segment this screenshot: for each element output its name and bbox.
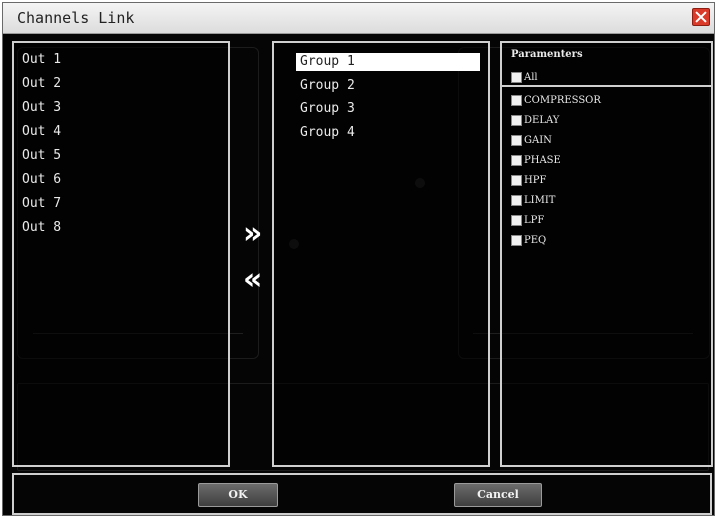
list-item-out-6[interactable]: Out 6 (22, 172, 61, 187)
limit-checkbox[interactable] (511, 194, 522, 206)
phase-checkbox[interactable] (511, 154, 522, 166)
group-item-2[interactable]: Group 2 (296, 77, 355, 95)
hpf-checkbox[interactable] (511, 174, 522, 186)
delay-label: DELAY (524, 114, 560, 126)
list-item-out-8[interactable]: Out 8 (22, 220, 61, 235)
param-row-gain[interactable]: GAIN (511, 133, 552, 147)
parameters-panel: Paramenters All COMPRESSOR DELAY GAIN PH… (500, 41, 713, 467)
groups-list[interactable]: Group 1 Group 2 Group 3 Group 4 (272, 41, 490, 467)
delay-checkbox[interactable] (511, 114, 522, 126)
param-row-limit[interactable]: LIMIT (511, 193, 555, 207)
lpf-label: LPF (524, 214, 545, 226)
all-checkbox[interactable] (511, 71, 522, 83)
phase-label: PHASE (524, 154, 561, 166)
param-row-lpf[interactable]: LPF (511, 213, 544, 227)
remove-from-group-button[interactable]: « (243, 265, 262, 295)
list-item-out-4[interactable]: Out 4 (22, 124, 61, 139)
param-row-phase[interactable]: PHASE (511, 153, 561, 167)
button-bar: OK Cancel (12, 473, 712, 515)
channels-link-dialog: Channels Link Out 1 Out 2 Out 3 Out 4 Ou… (2, 2, 715, 516)
window-title: Channels Link (17, 9, 135, 27)
divider (502, 85, 711, 87)
group-item-1[interactable]: Group 1 (296, 53, 480, 71)
list-item-out-2[interactable]: Out 2 (22, 76, 61, 91)
all-checkbox-row[interactable]: All (511, 70, 538, 84)
group-item-3[interactable]: Group 3 (296, 100, 355, 118)
param-row-compressor[interactable]: COMPRESSOR (511, 93, 601, 107)
list-item-out-7[interactable]: Out 7 (22, 196, 61, 211)
title-bar[interactable]: Channels Link (3, 3, 714, 34)
all-label: All (524, 71, 538, 83)
peq-label: PEQ (524, 234, 547, 246)
close-button[interactable] (692, 8, 710, 26)
param-row-delay[interactable]: DELAY (511, 113, 559, 127)
peq-checkbox[interactable] (511, 234, 522, 246)
lpf-checkbox[interactable] (511, 214, 522, 226)
list-item-out-1[interactable]: Out 1 (22, 52, 61, 67)
gain-label: GAIN (524, 134, 552, 146)
hpf-label: HPF (524, 174, 547, 186)
cancel-button[interactable]: Cancel (454, 483, 542, 507)
param-row-hpf[interactable]: HPF (511, 173, 546, 187)
add-to-group-button[interactable]: » (243, 219, 262, 249)
compressor-checkbox[interactable] (511, 94, 522, 106)
list-item-out-5[interactable]: Out 5 (22, 148, 61, 163)
group-item-4[interactable]: Group 4 (296, 124, 355, 142)
outputs-list[interactable]: Out 1 Out 2 Out 3 Out 4 Out 5 Out 6 Out … (12, 41, 230, 467)
limit-label: LIMIT (524, 194, 556, 206)
compressor-label: COMPRESSOR (524, 94, 601, 106)
param-row-peq[interactable]: PEQ (511, 233, 546, 247)
ok-button[interactable]: OK (198, 483, 278, 507)
gain-checkbox[interactable] (511, 134, 522, 146)
parameters-heading: Paramenters (511, 49, 583, 60)
list-item-out-3[interactable]: Out 3 (22, 100, 61, 115)
